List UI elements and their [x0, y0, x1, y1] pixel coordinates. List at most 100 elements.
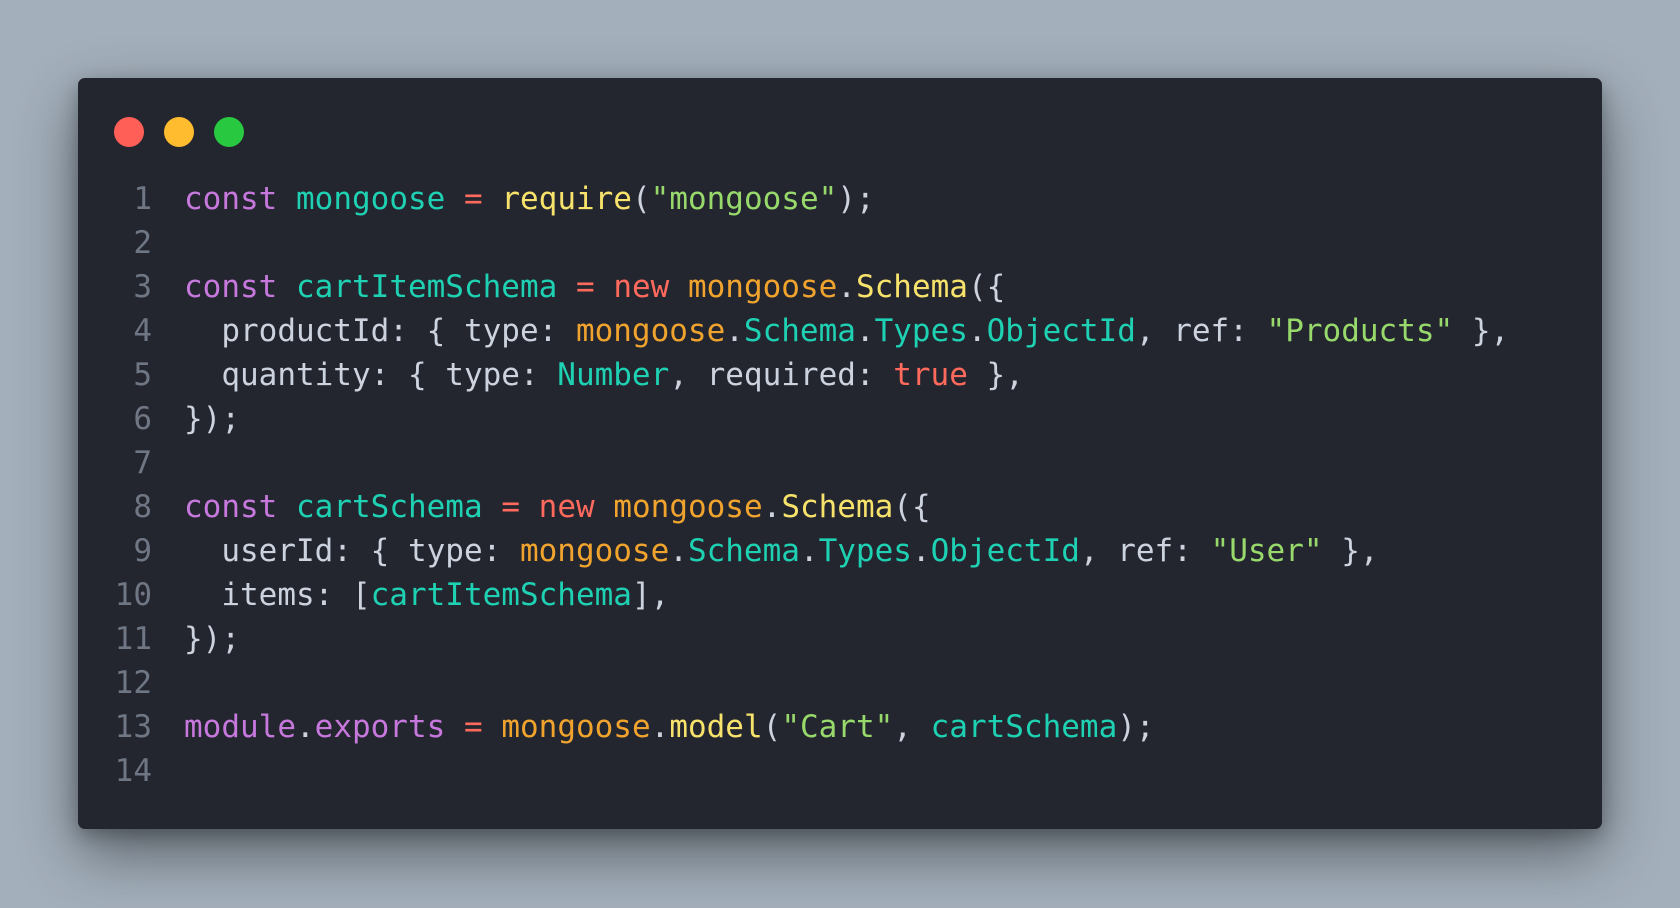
code-token-plain: . — [911, 533, 931, 569]
line-text: module.exports = mongoose.model("Cart", … — [184, 705, 1602, 749]
code-token-object: mongoose — [613, 489, 763, 525]
zoom-dot[interactable] — [214, 117, 244, 147]
code-token-variable: Types — [818, 533, 912, 569]
line-number: 8 — [133, 489, 152, 525]
code-token-plain: . — [837, 269, 856, 305]
code-token-variable: Schema — [743, 313, 856, 349]
code-token-plain: . — [669, 533, 688, 569]
code-token-variable: ObjectId — [930, 533, 1080, 569]
code-line: 8 const cartSchema = new mongoose.Schema(… — [78, 485, 1602, 529]
code-token-plain: ); — [1117, 709, 1155, 745]
code-token-operator: new — [613, 269, 670, 305]
line-number: 12 — [114, 665, 152, 701]
line-text — [184, 749, 1602, 793]
code-token-plain: ({ — [893, 489, 931, 525]
line-text: const mongoose = require("mongoose"); — [184, 177, 1602, 221]
code-token-operator: new — [538, 489, 595, 525]
line-number: 2 — [133, 225, 152, 261]
code-token-plain: . — [855, 313, 875, 349]
code-token-plain: . — [799, 533, 819, 569]
close-dot[interactable] — [114, 117, 144, 147]
code-token-plain: productId: { type: — [184, 313, 576, 349]
code-token-variable: Number — [557, 357, 670, 393]
line-text: userId: { type: mongoose.Schema.Types.Ob… — [184, 529, 1602, 573]
code-token-keyword: exports — [314, 709, 446, 745]
code-token-plain: . — [295, 709, 315, 745]
code-token-plain: userId: { type: — [184, 533, 520, 569]
code-line: 12 — [78, 661, 1602, 705]
code-token-keyword: module — [184, 709, 296, 745]
code-token-object: mongoose — [575, 313, 726, 349]
line-text: const cartSchema = new mongoose.Schema({ — [184, 485, 1602, 529]
code-token-operator: = — [501, 489, 520, 525]
code-token-plain: }, — [967, 357, 1024, 393]
line-number: 10 — [114, 577, 152, 613]
minimize-dot[interactable] — [164, 117, 194, 147]
code-token-object: mongoose — [687, 269, 838, 305]
code-token-plain: ); — [837, 181, 875, 217]
code-token-plain: . — [967, 313, 987, 349]
code-token-object: mongoose — [501, 709, 651, 745]
code-token-variable: cartItemSchema — [370, 577, 632, 613]
code-token-plain: . — [650, 709, 670, 745]
line-text: }); — [184, 397, 1602, 441]
line-text: quantity: { type: Number, required: true… — [184, 353, 1602, 397]
line-number: 4 — [133, 313, 152, 349]
line-text — [184, 221, 1602, 265]
line-text: const cartItemSchema = new mongoose.Sche… — [184, 265, 1602, 309]
code-line: 2 — [78, 221, 1602, 265]
code-token-string: "Products" — [1266, 313, 1454, 349]
code-token-plain: }); — [184, 621, 240, 657]
code-token-variable: Types — [874, 313, 968, 349]
line-text — [184, 661, 1602, 705]
line-number: 14 — [114, 753, 152, 789]
code-line: 11}); — [78, 617, 1602, 661]
line-text: }); — [184, 617, 1602, 661]
code-line: 10 items: [cartItemSchema], — [78, 573, 1602, 617]
code-token-plain: . — [725, 313, 744, 349]
code-line: 6}); — [78, 397, 1602, 441]
code-token-plain: items: [ — [184, 577, 371, 613]
line-number: 7 — [133, 445, 152, 481]
code-token-plain: , required: — [669, 357, 894, 393]
code-token-plain: . — [762, 489, 782, 525]
code-window: 1 const mongoose = require("mongoose"); 2 3… — [78, 78, 1602, 829]
code-token-string: "User" — [1210, 533, 1323, 569]
code-line: 5 quantity: { type: Number, required: tr… — [78, 353, 1602, 397]
code-token-function: Schema — [781, 489, 894, 525]
line-text: productId: { type: mongoose.Schema.Types… — [184, 309, 1602, 353]
code-token-object: mongoose — [519, 533, 670, 569]
code-token-plain: }, — [1322, 533, 1379, 569]
code-token-plain: ( — [631, 181, 651, 217]
code-token-variable: Schema — [687, 533, 800, 569]
code-line: 3 const cartItemSchema = new mongoose.Sch… — [78, 265, 1602, 309]
code-token-plain: ( — [762, 709, 782, 745]
line-number: 1 — [133, 181, 152, 217]
code-token-plain: , ref: — [1079, 533, 1211, 569]
code-token-variable: cartItemSchema — [296, 269, 558, 305]
code-token-plain: }); — [184, 401, 240, 437]
code-token-plain: ({ — [967, 269, 1006, 305]
code-token-operator: = — [463, 181, 483, 217]
code-token-function: require — [501, 181, 632, 217]
line-number: 13 — [114, 709, 152, 745]
code-token-string: "Cart" — [781, 709, 894, 745]
code-token-keyword: const — [184, 269, 278, 305]
code-token-variable: cartSchema — [930, 709, 1118, 745]
code-line: 7 — [78, 441, 1602, 485]
line-number: 3 — [133, 269, 152, 305]
line-number: 11 — [114, 621, 152, 657]
code-token-function: model — [669, 709, 763, 745]
code-token-keyword: const — [184, 181, 278, 217]
line-text — [184, 441, 1602, 485]
code-token-plain: , ref: — [1135, 313, 1267, 349]
